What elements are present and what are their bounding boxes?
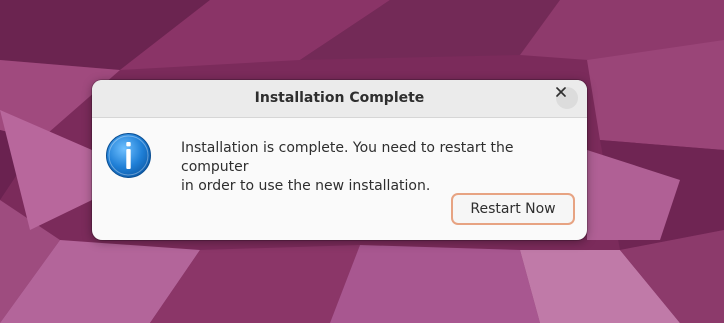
close-icon (556, 87, 566, 97)
dialog-title: Installation Complete (254, 90, 425, 106)
installation-complete-dialog: Installation Complete Installation is co… (92, 80, 587, 240)
dialog-message: Installation is complete. You need to re… (181, 139, 581, 196)
close-button[interactable] (556, 87, 578, 109)
desktop-background: Installation Complete Installation is co… (0, 0, 724, 323)
restart-now-button[interactable]: Restart Now (451, 193, 575, 225)
message-line-1: Installation is complete. You need to re… (181, 140, 514, 175)
info-icon (105, 132, 152, 179)
dialog-titlebar: Installation Complete (92, 80, 587, 118)
